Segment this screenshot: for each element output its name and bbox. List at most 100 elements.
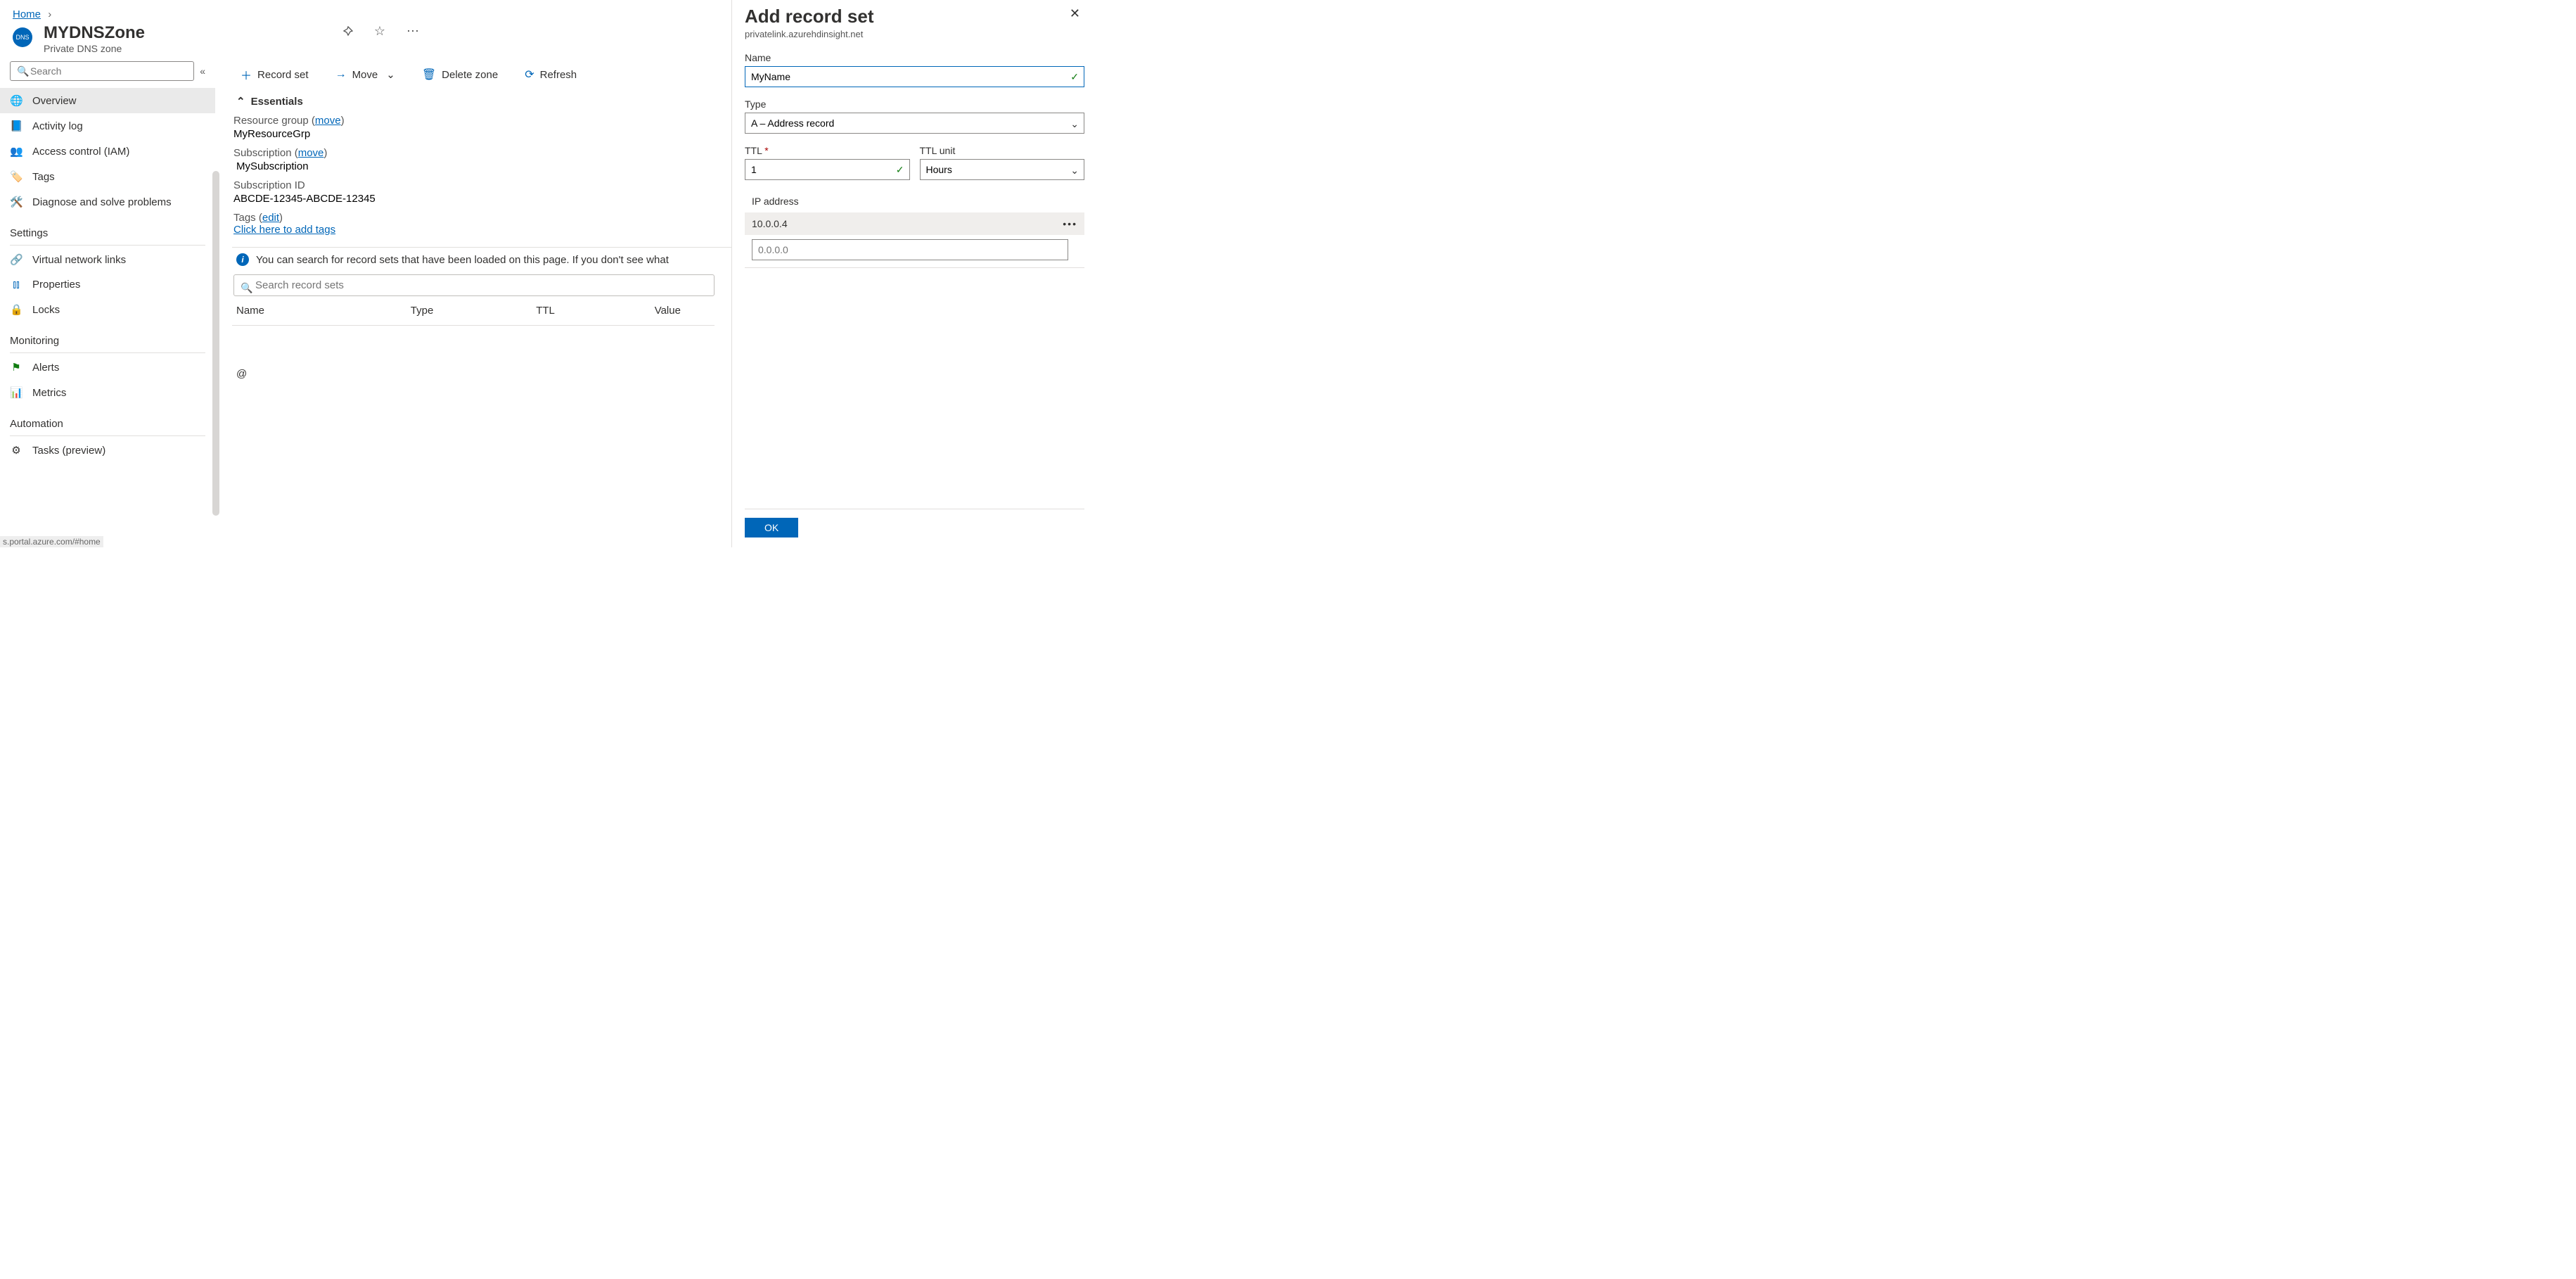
resource-group-label: Resource group: [233, 115, 309, 127]
ip-row-more-button[interactable]: •••: [1063, 218, 1077, 229]
close-button[interactable]: ✕: [1065, 6, 1084, 22]
resource-group-move-link[interactable]: move: [315, 115, 341, 127]
nav-locks[interactable]: 🔒 Locks: [0, 297, 215, 322]
col-type[interactable]: Type: [411, 305, 536, 317]
add-record-set-panel: Add record set ✕ privatelink.azurehdinsi…: [731, 0, 1097, 547]
people-icon: 👥: [10, 145, 23, 158]
button-label: Record set: [257, 69, 309, 81]
ttl-unit-label: TTL unit: [920, 145, 1085, 156]
nav-vnet-links[interactable]: 🔗Virtual network links: [0, 247, 215, 272]
essentials-heading: Essentials: [251, 96, 303, 108]
info-icon: i: [236, 253, 249, 266]
button-label: Refresh: [540, 69, 577, 81]
nav-access-control[interactable]: 👥 Access control (IAM): [0, 139, 215, 164]
trash-icon: 🗑: [422, 68, 436, 82]
page-title: MYDNSZone: [44, 23, 145, 43]
move-button[interactable]: → Move ⌄: [331, 68, 399, 82]
nav-alerts[interactable]: ⚑ Alerts: [0, 355, 215, 380]
nav-main: 🌐 Overview 📘 Activity log 👥 Access control …: [0, 88, 215, 215]
nav-label: Access control (IAM): [32, 146, 129, 158]
divider: [745, 267, 1084, 268]
nav-label: Overview: [32, 95, 77, 107]
nav-tags[interactable]: 🏷️ Tags: [0, 164, 215, 189]
check-icon: ✓: [896, 164, 904, 176]
ip-address-input[interactable]: [752, 239, 1068, 260]
wrench-icon: 🛠️: [10, 196, 23, 208]
nav-label: Virtual network links: [32, 254, 126, 266]
collapse-menu-button[interactable]: «: [200, 65, 205, 77]
divider: [10, 352, 205, 353]
pin-button[interactable]: [338, 23, 357, 39]
nav-metrics[interactable]: 📊Metrics: [0, 380, 215, 405]
section-monitoring: Monitoring: [0, 322, 215, 351]
nav-label: Locks: [32, 304, 60, 316]
type-select[interactable]: A – Address record: [745, 113, 1084, 134]
log-icon: 📘: [10, 120, 23, 132]
ip-address-row: 10.0.0.4 •••: [745, 212, 1084, 235]
button-label: Delete zone: [442, 69, 498, 81]
nav-tasks[interactable]: ⚙ Tasks (preview): [0, 438, 215, 463]
sidebar: 🔍 « 🌐 Overview 📘 Activity log 👥 Access cont…: [0, 58, 215, 547]
ip-address-value: 10.0.0.4: [752, 218, 788, 229]
pin-icon: [342, 26, 353, 37]
favorite-button[interactable]: ☆: [370, 23, 390, 39]
divider: [10, 245, 205, 246]
metrics-icon: 📊: [10, 386, 23, 399]
arrow-right-icon: →: [335, 68, 347, 81]
col-name[interactable]: Name: [236, 305, 411, 317]
button-label: Move: [352, 69, 378, 81]
tags-add-link[interactable]: Click here to add tags: [233, 224, 335, 236]
nav-label: Tags: [32, 171, 55, 183]
refresh-button[interactable]: ⟳Refresh: [520, 67, 581, 82]
lock-icon: 🔒: [10, 303, 23, 316]
breadcrumb-home[interactable]: Home: [13, 8, 41, 20]
col-ttl[interactable]: TTL: [536, 305, 655, 317]
ttl-label: TTL *: [745, 145, 910, 156]
tag-icon: 🏷️: [10, 170, 23, 183]
delete-zone-button[interactable]: 🗑 Delete zone: [418, 67, 502, 82]
nav-overview[interactable]: 🌐 Overview: [0, 88, 215, 113]
search-icon: 🔍: [241, 282, 252, 294]
info-text: You can search for record sets that have…: [256, 254, 669, 266]
record-search-input[interactable]: [233, 274, 715, 296]
name-label: Name: [745, 52, 1084, 63]
ttl-unit-select[interactable]: Hours: [920, 159, 1085, 180]
ok-button[interactable]: OK: [745, 518, 798, 537]
flyout-subtitle: privatelink.azurehdinsight.net: [745, 29, 1084, 39]
dns-zone-icon: DNS: [13, 27, 32, 47]
nav-properties[interactable]: ⫾⫾ Properties: [0, 272, 215, 297]
chevron-up-icon: ⌃: [236, 95, 245, 108]
name-input[interactable]: [745, 66, 1084, 87]
alert-icon: ⚑: [10, 361, 23, 374]
properties-icon: ⫾⫾: [10, 279, 23, 291]
nav-label: Activity log: [32, 120, 83, 132]
nav-label: Alerts: [32, 362, 59, 374]
nav-diagnose[interactable]: 🛠️ Diagnose and solve problems: [0, 189, 215, 215]
nav-activity-log[interactable]: 📘 Activity log: [0, 113, 215, 139]
nav-label: Diagnose and solve problems: [32, 196, 172, 208]
tags-edit-link[interactable]: edit: [262, 212, 279, 224]
status-bar-url: s.portal.azure.com/#home: [0, 536, 103, 547]
divider: [10, 435, 205, 436]
more-button[interactable]: ⋯: [402, 23, 423, 39]
plus-icon: ＋: [241, 66, 252, 83]
search-icon: 🔍: [17, 65, 29, 77]
tags-label: Tags: [233, 212, 256, 224]
nav-label: Tasks (preview): [32, 445, 105, 457]
ellipsis-icon: ⋯: [406, 24, 419, 38]
section-settings: Settings: [0, 215, 215, 243]
tasks-icon: ⚙: [10, 444, 23, 457]
nav-label: Properties: [32, 279, 80, 291]
flyout-title: Add record set: [745, 6, 874, 27]
globe-icon: 🌐: [10, 94, 23, 107]
ttl-input[interactable]: [745, 159, 910, 180]
ip-address-label: IP address: [745, 191, 1084, 212]
record-table-header: Name Type TTL Value: [232, 296, 715, 326]
add-record-set-button[interactable]: ＋ Record set: [236, 65, 313, 84]
close-icon: ✕: [1070, 6, 1080, 20]
chevron-down-icon: ⌄: [386, 68, 395, 81]
menu-search-input[interactable]: [10, 61, 194, 81]
section-automation: Automation: [0, 405, 215, 434]
subscription-move-link[interactable]: move: [298, 147, 324, 159]
col-value[interactable]: Value: [655, 305, 710, 317]
